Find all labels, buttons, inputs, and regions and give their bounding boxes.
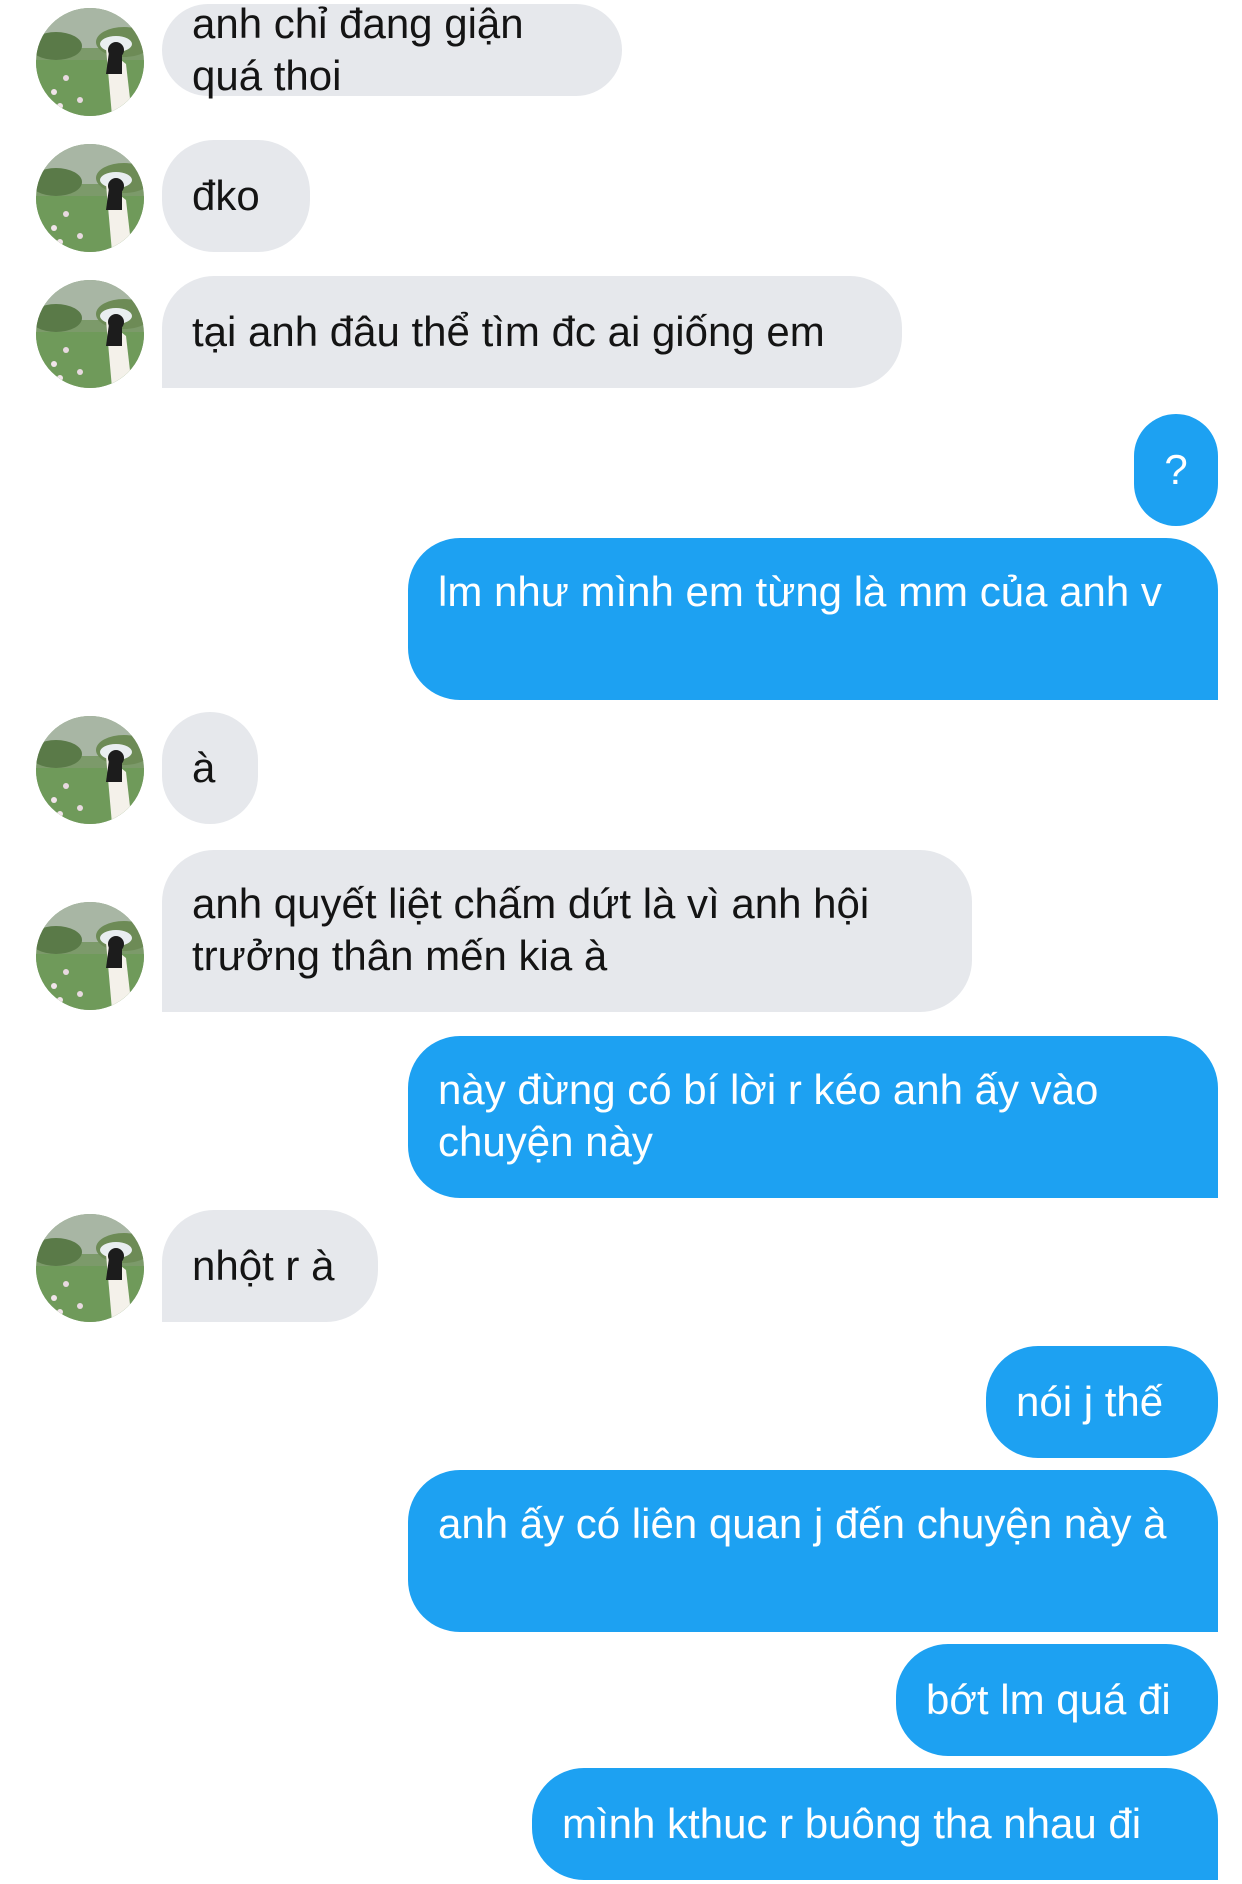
message-thread[interactable]: anh chỉ đang giận quá thoi đko tại anh đ… [0,0,1242,1884]
contact-avatar[interactable] [36,1214,144,1322]
contact-avatar[interactable] [36,902,144,1010]
avatar-photo-icon [36,144,144,252]
incoming-message[interactable]: tại anh đâu thể tìm đc ai giống em [162,276,902,388]
message-text: mình kthuc r buông tha nhau đi [562,1800,1142,1847]
avatar-photo-icon [36,716,144,824]
outgoing-message[interactable]: nói j thế [986,1346,1218,1458]
avatar-photo-icon [36,902,144,1010]
message-text: ? [1164,446,1188,493]
incoming-message[interactable]: đko [162,140,310,252]
outgoing-message[interactable]: anh ấy có liên quan j đến chuyện này à [408,1470,1218,1632]
incoming-message[interactable]: à [162,712,258,824]
avatar-photo-icon [36,8,144,116]
contact-avatar[interactable] [36,144,144,252]
incoming-message[interactable]: anh chỉ đang giận quá thoi [162,0,622,99]
message-text: tại anh đâu thể tìm đc ai giống em [192,308,825,355]
message-text: anh chỉ đang giận quá thoi [192,0,524,99]
message-text: nhột r à [192,1242,335,1289]
message-text: bớt lm quá đi [926,1676,1171,1723]
outgoing-message[interactable]: ? [1134,414,1218,526]
outgoing-message[interactable]: bớt lm quá đi [896,1644,1218,1756]
contact-avatar[interactable] [36,8,144,116]
outgoing-message[interactable]: mình kthuc r buông tha nhau đi [532,1768,1218,1880]
message-text: anh ấy có liên quan j đến chuyện này à [438,1500,1167,1547]
message-text: anh quyết liệt chấm dứt là vì anh hội tr… [192,880,870,979]
incoming-message[interactable]: nhột r à [162,1210,378,1322]
message-text: này đừng có bí lời r kéo anh ấy vào chuy… [438,1066,1099,1165]
contact-avatar[interactable] [36,280,144,388]
contact-avatar[interactable] [36,716,144,824]
message-text: à [192,744,216,791]
outgoing-message[interactable]: lm như mình em từng là mm của anh v [408,538,1218,700]
outgoing-message[interactable]: này đừng có bí lời r kéo anh ấy vào chuy… [408,1036,1218,1198]
avatar-photo-icon [36,280,144,388]
avatar-photo-icon [36,1214,144,1322]
message-text: nói j thế [1016,1378,1164,1425]
message-text: lm như mình em từng là mm của anh v [438,568,1162,615]
incoming-message[interactable]: anh quyết liệt chấm dứt là vì anh hội tr… [162,850,972,1012]
message-text: đko [192,172,260,219]
